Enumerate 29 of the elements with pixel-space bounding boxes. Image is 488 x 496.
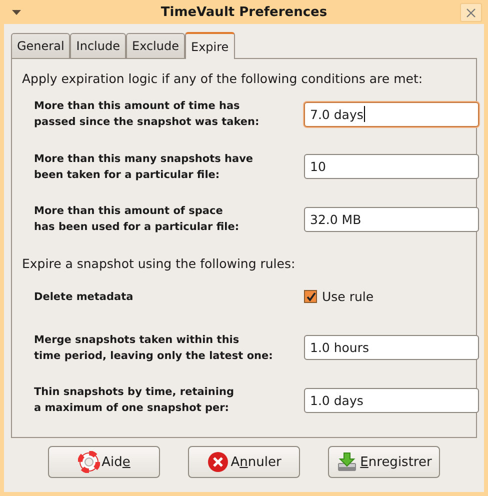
tab[interactable]: Expire <box>185 32 235 59</box>
field-label: More than this amount of space has been used for a particular file: <box>34 204 240 236</box>
cancel-icon <box>206 451 229 473</box>
input-field[interactable]: 1.0 days <box>304 388 479 413</box>
tab[interactable]: Include <box>70 33 126 58</box>
field-label: Merge snapshots taken within this time period, leaving only the latest one: <box>34 332 274 364</box>
tab[interactable]: Exclude <box>126 33 185 58</box>
save-button[interactable]: Enregistrer <box>328 446 440 478</box>
cancel-button[interactable]: Annuler <box>188 446 300 478</box>
field-label: Thin snapshots by time, retaining a maximum of one snapshot per: <box>34 385 235 416</box>
window-title: TimeVault Preferences <box>160 4 328 20</box>
tab[interactable]: General <box>11 33 70 58</box>
field-label: More than this many snapshots have been taken for a particular file: <box>34 152 254 183</box>
use-rule-checkbox[interactable]: Use rule <box>304 289 479 304</box>
rule-label: Delete metadata <box>34 290 134 305</box>
close-button[interactable] <box>460 3 482 22</box>
checkmark-icon <box>306 292 316 302</box>
download-drive-icon <box>336 451 358 473</box>
input-field[interactable]: 32.0 MB <box>304 206 479 232</box>
close-icon <box>466 8 476 18</box>
field-label: More than this amount of time has passed since the snapshot was taken: <box>34 99 260 130</box>
section-heading: Apply expiration logic if any of the following conditions are met: <box>22 71 424 86</box>
section-heading: Expire a snapshot using the following rules: <box>22 256 296 271</box>
input-field[interactable]: 1.0 hours <box>304 335 479 360</box>
input-field[interactable]: 7.0 days <box>304 102 479 126</box>
help-button[interactable]: Aide <box>48 446 160 478</box>
input-field[interactable]: 10 <box>304 154 479 180</box>
menu-caret-icon[interactable] <box>12 10 21 15</box>
lifebuoy-icon <box>78 451 100 473</box>
